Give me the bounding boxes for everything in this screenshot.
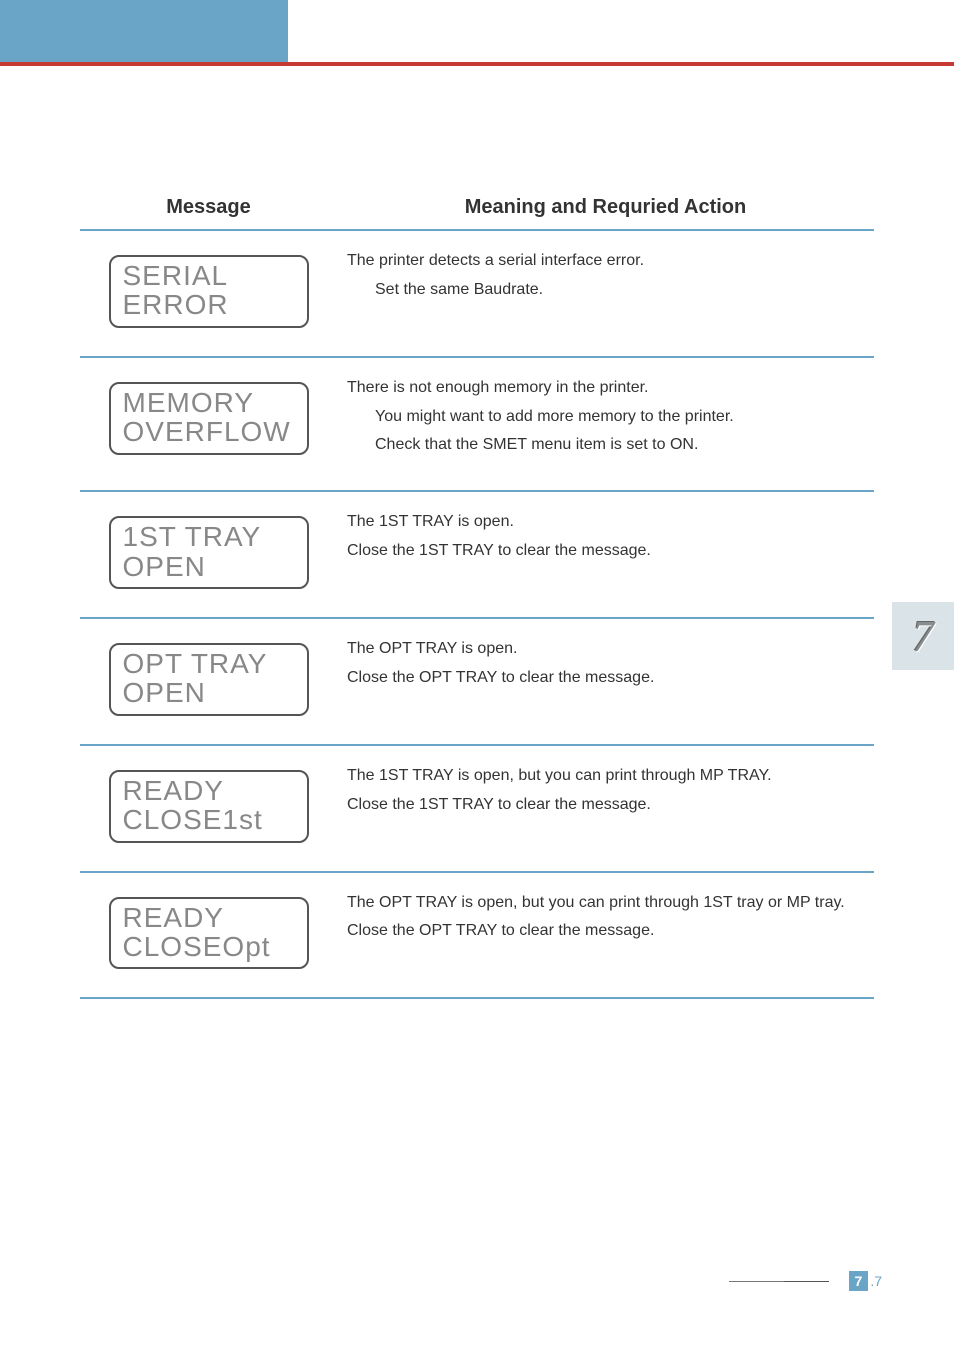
lcd-line-2: ERROR xyxy=(123,290,295,319)
lcd-line-1: READY xyxy=(123,903,295,932)
meaning-sub: You might want to add more memory to the… xyxy=(347,405,864,430)
lcd-display: MEMORY OVERFLOW xyxy=(109,382,309,455)
header-bar xyxy=(0,0,954,62)
lcd-line-2: CLOSE1st xyxy=(123,805,295,834)
col-header-action: Meaning and Requried Action xyxy=(337,186,874,230)
col-header-message: Message xyxy=(80,186,337,230)
table-row: READY CLOSEOpt The OPT TRAY is open, but… xyxy=(80,872,874,999)
page-number-major: 7 xyxy=(849,1271,869,1291)
table-row: READY CLOSE1st The 1ST TRAY is open, but… xyxy=(80,745,874,872)
meaning-text: There is not enough memory in the printe… xyxy=(347,376,864,401)
lcd-display: READY CLOSEOpt xyxy=(109,897,309,970)
meaning-text: Close the 1ST TRAY to clear the message. xyxy=(347,793,864,818)
lcd-line-2: OPEN xyxy=(123,552,295,581)
lcd-display: OPT TRAY OPEN xyxy=(109,643,309,716)
lcd-display: SERIAL ERROR xyxy=(109,255,309,328)
table-row: MEMORY OVERFLOW There is not enough memo… xyxy=(80,357,874,491)
meaning-text: The 1ST TRAY is open, but you can print … xyxy=(347,764,864,789)
meaning-text: The OPT TRAY is open, but you can print … xyxy=(347,891,864,916)
table-row: 1ST TRAY OPEN The 1ST TRAY is open. Clos… xyxy=(80,491,874,618)
meaning-text: Close the OPT TRAY to clear the message. xyxy=(347,666,864,691)
meaning-sub: Set the same Baudrate. xyxy=(347,278,864,303)
content-area: Message Meaning and Requried Action SERI… xyxy=(0,66,954,999)
messages-table: Message Meaning and Requried Action SERI… xyxy=(80,186,874,999)
meaning-text: Close the 1ST TRAY to clear the message. xyxy=(347,539,864,564)
lcd-line-2: OVERFLOW xyxy=(123,417,295,446)
chapter-tab: 7 xyxy=(892,602,954,670)
page-footer: 7.7 xyxy=(729,1271,882,1291)
lcd-display: READY CLOSE1st xyxy=(109,770,309,843)
lcd-line-1: OPT TRAY xyxy=(123,649,295,678)
footer-line xyxy=(729,1281,829,1282)
lcd-line-2: CLOSEOpt xyxy=(123,932,295,961)
meaning-text: The printer detects a serial interface e… xyxy=(347,249,864,274)
meaning-text: The 1ST TRAY is open. xyxy=(347,510,864,535)
lcd-line-2: OPEN xyxy=(123,678,295,707)
header-spacer xyxy=(288,0,954,62)
lcd-line-1: 1ST TRAY xyxy=(123,522,295,551)
chapter-number: 7 xyxy=(912,611,934,662)
meaning-sub: Check that the SMET menu item is set to … xyxy=(347,433,864,458)
table-row: OPT TRAY OPEN The OPT TRAY is open. Clos… xyxy=(80,618,874,745)
lcd-line-1: SERIAL xyxy=(123,261,295,290)
table-row: SERIAL ERROR The printer detects a seria… xyxy=(80,230,874,357)
meaning-text: Close the OPT TRAY to clear the message. xyxy=(347,919,864,944)
page-number-minor: .7 xyxy=(870,1273,882,1289)
lcd-line-1: MEMORY xyxy=(123,388,295,417)
meaning-text: The OPT TRAY is open. xyxy=(347,637,864,662)
lcd-display: 1ST TRAY OPEN xyxy=(109,516,309,589)
lcd-line-1: READY xyxy=(123,776,295,805)
header-accent xyxy=(0,0,288,62)
